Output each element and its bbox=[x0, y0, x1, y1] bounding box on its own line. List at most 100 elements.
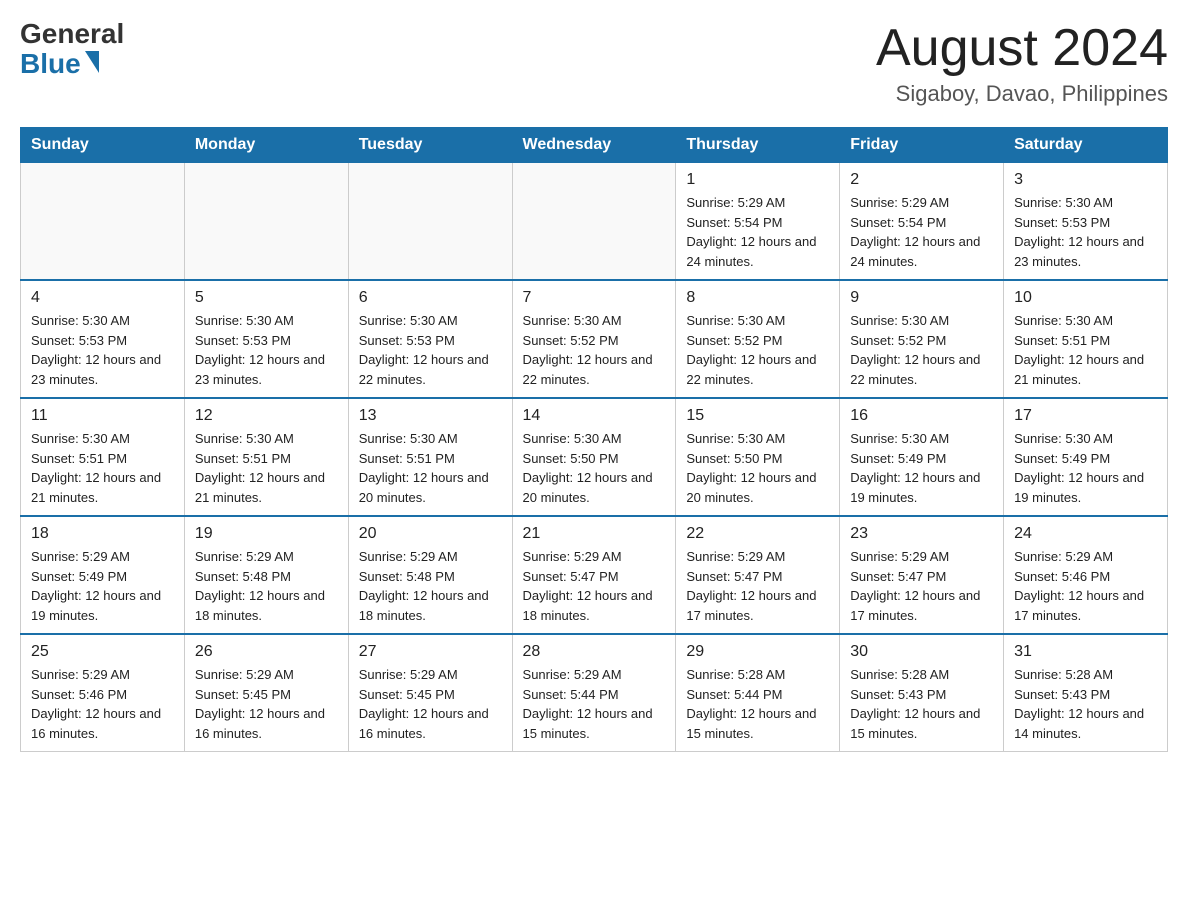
day-number: 7 bbox=[523, 289, 666, 307]
calendar-cell: 20 Sunrise: 5:29 AM Sunset: 5:48 PM Dayli… bbox=[348, 516, 512, 634]
day-number: 5 bbox=[195, 289, 338, 307]
calendar-cell: 26 Sunrise: 5:29 AM Sunset: 5:45 PM Dayli… bbox=[184, 634, 348, 752]
calendar-cell: 12Sunrise: 5:30 AM Sunset: 5:51 PM Dayli… bbox=[184, 398, 348, 516]
day-info: Sunrise: 5:30 AM Sunset: 5:51 PM Dayligh… bbox=[359, 429, 502, 507]
day-info: Sunrise: 5:30 AM Sunset: 5:50 PM Dayligh… bbox=[523, 429, 666, 507]
logo-triangle-icon bbox=[85, 51, 99, 73]
calendar-cell: 24 Sunrise: 5:29 AM Sunset: 5:46 PM Dayli… bbox=[1004, 516, 1168, 634]
day-info: Sunrise: 5:29 AM Sunset: 5:45 PM Dayligh… bbox=[359, 665, 502, 743]
page-header: General Blue August 2024 Sigaboy, Davao,… bbox=[20, 20, 1168, 107]
calendar-cell: 13 Sunrise: 5:30 AM Sunset: 5:51 PM Dayli… bbox=[348, 398, 512, 516]
day-info: Sunrise: 5:29 AM Sunset: 5:44 PM Dayligh… bbox=[523, 665, 666, 743]
day-info: Sunrise: 5:30 AM Sunset: 5:51 PM Dayligh… bbox=[195, 429, 338, 507]
day-number: 31 bbox=[1014, 643, 1157, 661]
day-info: Sunrise: 5:30 AM Sunset: 5:52 PM Dayligh… bbox=[523, 311, 666, 389]
day-info: Sunrise: 5:30 AM Sunset: 5:51 PM Dayligh… bbox=[1014, 311, 1157, 389]
calendar-cell: 18 Sunrise: 5:29 AM Sunset: 5:49 PM Dayli… bbox=[21, 516, 185, 634]
day-number: 21 bbox=[523, 525, 666, 543]
day-number: 6 bbox=[359, 289, 502, 307]
weekday-header-friday: Friday bbox=[840, 128, 1004, 163]
weekday-header-thursday: Thursday bbox=[676, 128, 840, 163]
calendar-cell: 28 Sunrise: 5:29 AM Sunset: 5:44 PM Dayli… bbox=[512, 634, 676, 752]
day-number: 24 bbox=[1014, 525, 1157, 543]
day-number: 20 bbox=[359, 525, 502, 543]
day-info: Sunrise: 5:28 AM Sunset: 5:43 PM Dayligh… bbox=[850, 665, 993, 743]
location-title: Sigaboy, Davao, Philippines bbox=[876, 81, 1168, 107]
day-info: Sunrise: 5:29 AM Sunset: 5:45 PM Dayligh… bbox=[195, 665, 338, 743]
day-info: Sunrise: 5:30 AM Sunset: 5:49 PM Dayligh… bbox=[1014, 429, 1157, 507]
logo: General Blue bbox=[20, 20, 124, 80]
day-info: Sunrise: 5:30 AM Sunset: 5:53 PM Dayligh… bbox=[195, 311, 338, 389]
calendar-cell: 6 Sunrise: 5:30 AM Sunset: 5:53 PM Daylig… bbox=[348, 280, 512, 398]
calendar-week-4: 18 Sunrise: 5:29 AM Sunset: 5:49 PM Dayli… bbox=[21, 516, 1168, 634]
day-number: 8 bbox=[686, 289, 829, 307]
day-info: Sunrise: 5:28 AM Sunset: 5:43 PM Dayligh… bbox=[1014, 665, 1157, 743]
day-info: Sunrise: 5:30 AM Sunset: 5:53 PM Dayligh… bbox=[359, 311, 502, 389]
weekday-header-saturday: Saturday bbox=[1004, 128, 1168, 163]
calendar-week-5: 25 Sunrise: 5:29 AM Sunset: 5:46 PM Dayli… bbox=[21, 634, 1168, 752]
calendar-cell: 9 Sunrise: 5:30 AM Sunset: 5:52 PM Daylig… bbox=[840, 280, 1004, 398]
weekday-header-wednesday: Wednesday bbox=[512, 128, 676, 163]
day-number: 11 bbox=[31, 407, 174, 425]
day-info: Sunrise: 5:29 AM Sunset: 5:47 PM Dayligh… bbox=[686, 547, 829, 625]
calendar-cell: 16Sunrise: 5:30 AM Sunset: 5:49 PM Dayli… bbox=[840, 398, 1004, 516]
month-title: August 2024 bbox=[876, 20, 1168, 77]
day-number: 28 bbox=[523, 643, 666, 661]
day-number: 29 bbox=[686, 643, 829, 661]
day-number: 13 bbox=[359, 407, 502, 425]
day-info: Sunrise: 5:29 AM Sunset: 5:48 PM Dayligh… bbox=[195, 547, 338, 625]
day-number: 23 bbox=[850, 525, 993, 543]
day-info: Sunrise: 5:29 AM Sunset: 5:54 PM Dayligh… bbox=[686, 193, 829, 271]
day-number: 18 bbox=[31, 525, 174, 543]
day-info: Sunrise: 5:30 AM Sunset: 5:52 PM Dayligh… bbox=[850, 311, 993, 389]
logo-blue-text: Blue bbox=[20, 48, 81, 80]
day-info: Sunrise: 5:29 AM Sunset: 5:47 PM Dayligh… bbox=[850, 547, 993, 625]
day-number: 30 bbox=[850, 643, 993, 661]
calendar-cell: 3Sunrise: 5:30 AM Sunset: 5:53 PM Daylig… bbox=[1004, 163, 1168, 281]
day-info: Sunrise: 5:29 AM Sunset: 5:46 PM Dayligh… bbox=[1014, 547, 1157, 625]
calendar-cell: 8 Sunrise: 5:30 AM Sunset: 5:52 PM Daylig… bbox=[676, 280, 840, 398]
calendar-cell: 29 Sunrise: 5:28 AM Sunset: 5:44 PM Dayli… bbox=[676, 634, 840, 752]
day-number: 22 bbox=[686, 525, 829, 543]
calendar-week-1: 1 Sunrise: 5:29 AM Sunset: 5:54 PM Daylig… bbox=[21, 163, 1168, 281]
weekday-header-row: SundayMondayTuesdayWednesdayThursdayFrid… bbox=[21, 128, 1168, 163]
day-info: Sunrise: 5:30 AM Sunset: 5:52 PM Dayligh… bbox=[686, 311, 829, 389]
day-info: Sunrise: 5:29 AM Sunset: 5:48 PM Dayligh… bbox=[359, 547, 502, 625]
calendar-cell: 19Sunrise: 5:29 AM Sunset: 5:48 PM Dayli… bbox=[184, 516, 348, 634]
calendar-week-3: 11 Sunrise: 5:30 AM Sunset: 5:51 PM Dayli… bbox=[21, 398, 1168, 516]
day-number: 25 bbox=[31, 643, 174, 661]
calendar-cell: 4Sunrise: 5:30 AM Sunset: 5:53 PM Daylig… bbox=[21, 280, 185, 398]
day-info: Sunrise: 5:30 AM Sunset: 5:49 PM Dayligh… bbox=[850, 429, 993, 507]
calendar-cell: 23 Sunrise: 5:29 AM Sunset: 5:47 PM Dayli… bbox=[840, 516, 1004, 634]
day-info: Sunrise: 5:28 AM Sunset: 5:44 PM Dayligh… bbox=[686, 665, 829, 743]
calendar-cell bbox=[348, 163, 512, 281]
calendar-cell bbox=[512, 163, 676, 281]
calendar-cell: 14 Sunrise: 5:30 AM Sunset: 5:50 PM Dayli… bbox=[512, 398, 676, 516]
calendar-cell: 7 Sunrise: 5:30 AM Sunset: 5:52 PM Daylig… bbox=[512, 280, 676, 398]
day-number: 15 bbox=[686, 407, 829, 425]
calendar-cell bbox=[21, 163, 185, 281]
weekday-header-sunday: Sunday bbox=[21, 128, 185, 163]
day-info: Sunrise: 5:30 AM Sunset: 5:53 PM Dayligh… bbox=[1014, 193, 1157, 271]
calendar-cell: 11 Sunrise: 5:30 AM Sunset: 5:51 PM Dayli… bbox=[21, 398, 185, 516]
day-number: 1 bbox=[686, 171, 829, 189]
calendar-cell: 17Sunrise: 5:30 AM Sunset: 5:49 PM Dayli… bbox=[1004, 398, 1168, 516]
calendar-cell: 1 Sunrise: 5:29 AM Sunset: 5:54 PM Daylig… bbox=[676, 163, 840, 281]
day-number: 14 bbox=[523, 407, 666, 425]
calendar-cell: 21Sunrise: 5:29 AM Sunset: 5:47 PM Dayli… bbox=[512, 516, 676, 634]
day-info: Sunrise: 5:29 AM Sunset: 5:54 PM Dayligh… bbox=[850, 193, 993, 271]
day-number: 9 bbox=[850, 289, 993, 307]
calendar-cell: 25 Sunrise: 5:29 AM Sunset: 5:46 PM Dayli… bbox=[21, 634, 185, 752]
day-number: 26 bbox=[195, 643, 338, 661]
day-info: Sunrise: 5:29 AM Sunset: 5:49 PM Dayligh… bbox=[31, 547, 174, 625]
day-number: 2 bbox=[850, 171, 993, 189]
title-block: August 2024 Sigaboy, Davao, Philippines bbox=[876, 20, 1168, 107]
calendar-week-2: 4Sunrise: 5:30 AM Sunset: 5:53 PM Daylig… bbox=[21, 280, 1168, 398]
day-info: Sunrise: 5:30 AM Sunset: 5:51 PM Dayligh… bbox=[31, 429, 174, 507]
calendar-cell: 31 Sunrise: 5:28 AM Sunset: 5:43 PM Dayli… bbox=[1004, 634, 1168, 752]
day-number: 27 bbox=[359, 643, 502, 661]
calendar-cell: 27 Sunrise: 5:29 AM Sunset: 5:45 PM Dayli… bbox=[348, 634, 512, 752]
day-info: Sunrise: 5:29 AM Sunset: 5:46 PM Dayligh… bbox=[31, 665, 174, 743]
calendar-cell: 10Sunrise: 5:30 AM Sunset: 5:51 PM Dayli… bbox=[1004, 280, 1168, 398]
calendar-cell: 30 Sunrise: 5:28 AM Sunset: 5:43 PM Dayli… bbox=[840, 634, 1004, 752]
